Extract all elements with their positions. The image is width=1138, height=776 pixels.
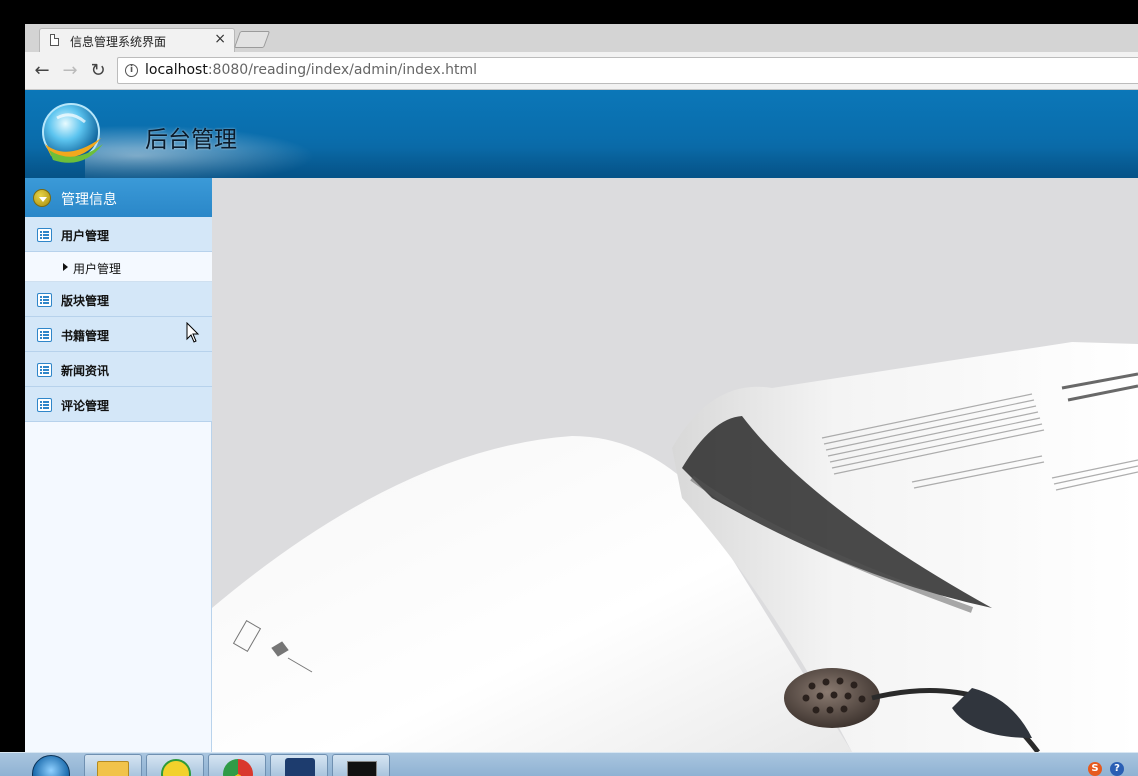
reload-button[interactable]: ↻ [87, 60, 109, 82]
tab-title: 信息管理系统界面 [70, 35, 167, 49]
list-icon [37, 228, 52, 242]
list-icon [37, 293, 52, 307]
globe-logo-icon [42, 103, 103, 163]
sidebar-section-label: 管理信息 [61, 192, 117, 208]
list-icon [37, 363, 52, 377]
sidebar-item-label: 书籍管理 [61, 329, 110, 343]
sidebar-item-label: 新闻资讯 [61, 364, 110, 378]
tab-strip: 信息管理系统界面 × [25, 24, 1138, 53]
sidebar-subitem-label: 用户管理 [73, 262, 122, 276]
caret-right-icon [63, 263, 68, 271]
sidebar-subitem-user-management[interactable]: 用户管理 [25, 252, 212, 282]
taskbar-chrome[interactable] [208, 754, 266, 776]
sidebar-item-label: 用户管理 [61, 229, 110, 243]
tab-close-icon[interactable]: × [214, 31, 226, 47]
taskbar-app-yellow[interactable] [146, 754, 204, 776]
sidebar-item-label: 版块管理 [61, 294, 110, 308]
start-button[interactable] [32, 755, 70, 776]
main-content-area [212, 178, 1138, 752]
app-circle-icon [161, 759, 191, 776]
taskbar: S ? [0, 752, 1138, 776]
back-button[interactable]: ← [31, 60, 53, 82]
sidebar-section-header[interactable]: 管理信息 [25, 178, 212, 217]
chrome-icon [223, 759, 253, 776]
site-info-icon[interactable]: i [125, 64, 138, 77]
address-bar[interactable]: i localhost:8080/reading/index/admin/ind… [117, 57, 1138, 84]
sidebar: 管理信息 用户管理 用户管理 版块管理 书籍管理 新闻资讯 评论管理 [25, 178, 212, 752]
sidebar-item-user-management[interactable]: 用户管理 [25, 217, 212, 252]
list-icon [37, 328, 52, 342]
browser-tab-active[interactable]: 信息管理系统界面 × [39, 28, 235, 53]
taskbar-terminal[interactable] [332, 754, 390, 776]
folder-icon [97, 761, 129, 776]
taskbar-file-explorer[interactable] [84, 754, 142, 776]
url-path: :8080/reading/index/admin/index.html [207, 62, 478, 78]
new-tab-button[interactable] [233, 31, 271, 48]
sidebar-item-comment-management[interactable]: 评论管理 [25, 387, 212, 422]
desktop-screen: 信息管理系统界面 × ← → ↻ i localhost:8080/readin… [0, 0, 1138, 776]
mouse-cursor-icon [186, 322, 200, 343]
page-icon [50, 34, 59, 46]
sidebar-item-board-management[interactable]: 版块管理 [25, 282, 212, 317]
app-title: 后台管理 [145, 127, 237, 153]
sidebar-item-news[interactable]: 新闻资讯 [25, 352, 212, 387]
browser-window: 信息管理系统界面 × ← → ↻ i localhost:8080/readin… [25, 24, 1138, 752]
sidebar-item-book-management[interactable]: 书籍管理 [25, 317, 212, 352]
editor-icon [285, 758, 315, 776]
browser-toolbar: ← → ↻ i localhost:8080/reading/index/adm… [25, 52, 1138, 90]
collapse-toggle-icon[interactable] [33, 189, 51, 207]
forward-button[interactable]: → [59, 60, 81, 82]
url-host: localhost [145, 62, 208, 78]
tray-help-icon[interactable]: ? [1110, 762, 1124, 776]
sidebar-item-label: 评论管理 [61, 399, 110, 413]
tray-sogou-icon[interactable]: S [1088, 762, 1102, 776]
terminal-icon [347, 761, 377, 776]
url-text: localhost:8080/reading/index/admin/index… [145, 62, 477, 78]
taskbar-editor[interactable] [270, 754, 328, 776]
app-header: 后台管理 [25, 90, 1138, 178]
open-book-illustration [212, 342, 1138, 752]
list-icon [37, 398, 52, 412]
